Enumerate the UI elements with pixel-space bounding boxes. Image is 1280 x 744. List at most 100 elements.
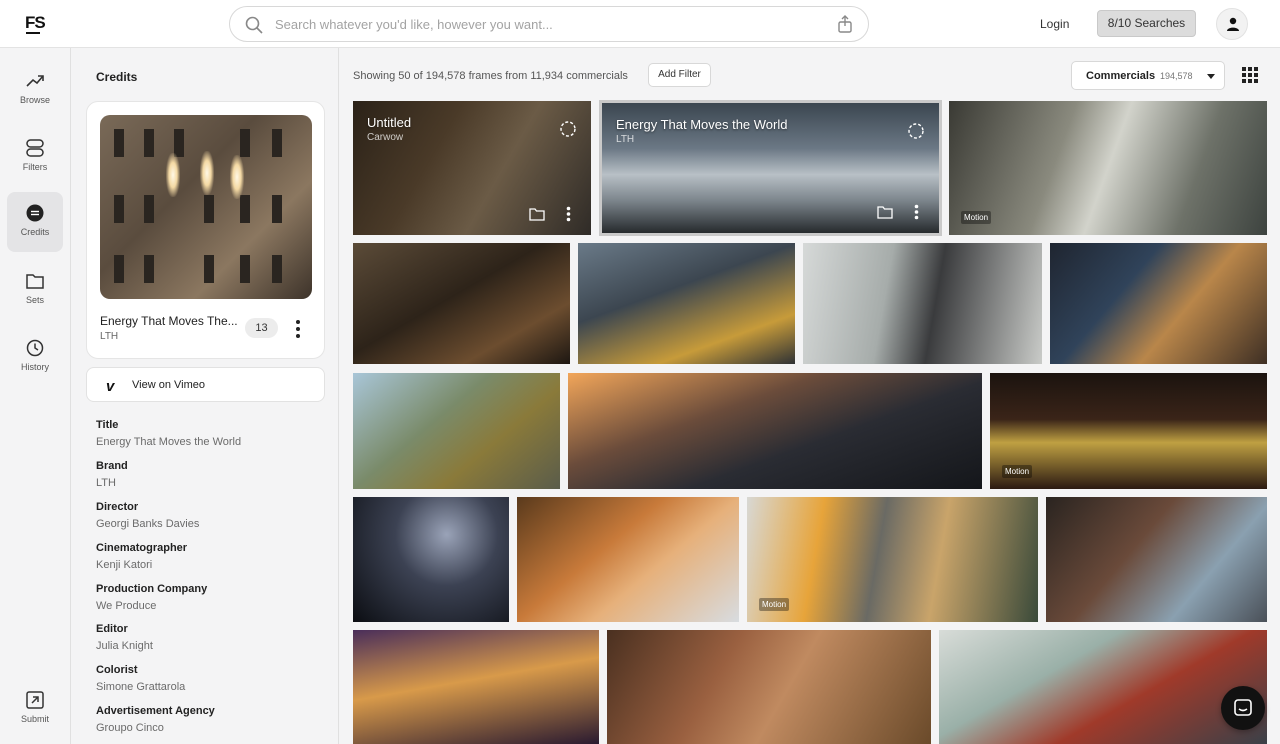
- grid-view-icon[interactable]: [1242, 67, 1258, 83]
- frame-title: Untitled: [367, 115, 412, 130]
- credits-panel: Credits Energy That Moves The... LTH 13 …: [72, 48, 339, 744]
- frame-tile[interactable]: [1046, 497, 1267, 622]
- credit-value: LTH: [96, 477, 116, 489]
- credit-key: Title: [96, 419, 119, 431]
- share-icon[interactable]: [836, 14, 854, 34]
- search-icon: [245, 16, 263, 34]
- rail-item-submit[interactable]: Submit: [7, 679, 63, 739]
- motion-badge: Motion: [961, 211, 992, 224]
- loading-icon: [908, 123, 924, 139]
- search-bar[interactable]: Search whatever you'd like, however you …: [229, 6, 869, 42]
- frame-tile-selected[interactable]: Energy That Moves the World LTH: [599, 100, 942, 236]
- credit-key: Director: [96, 501, 139, 513]
- credit-key: Editor: [96, 623, 128, 635]
- frame-tile[interactable]: [1050, 243, 1267, 364]
- credits-icon: [26, 204, 44, 222]
- credit-title: Title Energy That Moves the World: [96, 419, 241, 448]
- add-filter-button[interactable]: Add Filter: [648, 63, 711, 87]
- credit-cinematographer: Cinematographer Kenji Katori: [96, 542, 187, 571]
- searches-counter[interactable]: 8/10 Searches: [1097, 10, 1196, 37]
- frame-count-badge: 13: [245, 318, 278, 338]
- credit-value: Julia Knight: [96, 640, 153, 652]
- loading-icon: [560, 121, 576, 137]
- credit-director: Director Georgi Banks Davies: [96, 501, 199, 530]
- credit-key: Production Company: [96, 583, 208, 595]
- toggle-icon: [26, 139, 44, 157]
- credit-editor: Editor Julia Knight: [96, 623, 153, 652]
- login-link[interactable]: Login: [1040, 17, 1069, 31]
- frame-tile[interactable]: [353, 497, 509, 622]
- rail-label: Sets: [25, 295, 44, 305]
- folder-icon: [26, 274, 44, 289]
- history-icon: [26, 339, 44, 357]
- results-area: Showing 50 of 194,578 frames from 11,934…: [340, 48, 1280, 744]
- frame-tile[interactable]: Motion: [949, 101, 1267, 235]
- folder-icon[interactable]: [529, 208, 545, 221]
- frame-tile[interactable]: [939, 630, 1267, 744]
- frame-tile[interactable]: [353, 243, 570, 364]
- frame-tile[interactable]: [803, 243, 1042, 364]
- rail-item-filters[interactable]: Filters: [7, 127, 63, 187]
- category-label: Commercials: [1086, 70, 1156, 82]
- rail-item-credits[interactable]: Credits: [7, 192, 63, 252]
- rail-label: Browse: [19, 95, 50, 105]
- rail-item-browse[interactable]: Browse: [7, 60, 63, 120]
- frame-brand: LTH: [616, 134, 635, 145]
- credit-key: Colorist: [96, 664, 138, 676]
- more-icon[interactable]: [291, 318, 305, 340]
- credit-value: Energy That Moves the World: [96, 436, 242, 448]
- chat-icon: [1234, 699, 1252, 716]
- card-brand: LTH: [100, 331, 119, 342]
- vimeo-icon: v: [106, 378, 115, 395]
- frame-brand: Carwow: [367, 132, 404, 143]
- frame-tile[interactable]: Motion: [990, 373, 1267, 489]
- credit-key: Cinematographer: [96, 542, 188, 554]
- credit-value: Simone Grattarola: [96, 681, 186, 693]
- credit-production-company: Production Company We Produce: [96, 583, 207, 612]
- chevron-down-icon: [1207, 74, 1215, 79]
- frame-tile[interactable]: [607, 630, 931, 744]
- avatar-button[interactable]: [1216, 8, 1248, 40]
- left-rail: Browse Filters Credits Sets History Subm…: [0, 48, 71, 744]
- motion-badge: Motion: [1002, 465, 1033, 478]
- rail-item-history[interactable]: History: [7, 327, 63, 387]
- frame-tile[interactable]: [568, 373, 982, 489]
- results-summary: Showing 50 of 194,578 frames from 11,934…: [353, 70, 628, 82]
- frame-tile[interactable]: Untitled Carwow: [353, 101, 591, 235]
- folder-icon[interactable]: [877, 206, 893, 219]
- credit-key: Advertisement Agency: [96, 705, 215, 717]
- submit-icon: [26, 691, 44, 709]
- top-bar: FS Search whatever you'd like, however y…: [0, 0, 1280, 48]
- rail-item-sets[interactable]: Sets: [7, 260, 63, 320]
- chat-button[interactable]: [1221, 686, 1265, 730]
- credit-colorist: Colorist Simone Grattarola: [96, 664, 185, 693]
- more-icon[interactable]: [566, 206, 571, 222]
- vimeo-label: View on Vimeo: [132, 379, 205, 391]
- frame-tile[interactable]: [353, 630, 599, 744]
- rail-label: History: [20, 362, 49, 372]
- view-on-vimeo-button[interactable]: v View on Vimeo: [86, 367, 325, 402]
- frame-tile[interactable]: [517, 497, 739, 622]
- card-thumbnail[interactable]: [100, 115, 312, 299]
- commercial-card[interactable]: Energy That Moves The... LTH 13: [86, 101, 325, 359]
- rail-label: Submit: [20, 714, 49, 724]
- card-title: Energy That Moves The...: [100, 314, 238, 328]
- credit-value: Georgi Banks Davies: [96, 518, 200, 530]
- app-logo[interactable]: FS: [25, 13, 46, 33]
- frame-tile[interactable]: [578, 243, 795, 364]
- credit-brand: Brand LTH: [96, 460, 128, 489]
- credit-key: Brand: [96, 460, 128, 472]
- frame-tile[interactable]: Motion: [747, 497, 1038, 622]
- category-select[interactable]: Commercials 194,578: [1071, 61, 1225, 90]
- rail-label: Filters: [22, 162, 48, 172]
- credit-value: We Produce: [96, 600, 157, 612]
- frame-tile[interactable]: [353, 373, 560, 489]
- panel-title: Credits: [96, 70, 138, 84]
- motion-badge: Motion: [759, 598, 790, 611]
- more-icon[interactable]: [914, 204, 919, 220]
- user-icon: [1227, 17, 1239, 31]
- search-input[interactable]: Search whatever you'd like, however you …: [275, 17, 553, 32]
- credit-value: Groupo Cinco: [96, 722, 164, 734]
- logo-underline: [26, 32, 40, 34]
- credit-agency: Advertisement Agency Groupo Cinco: [96, 705, 215, 734]
